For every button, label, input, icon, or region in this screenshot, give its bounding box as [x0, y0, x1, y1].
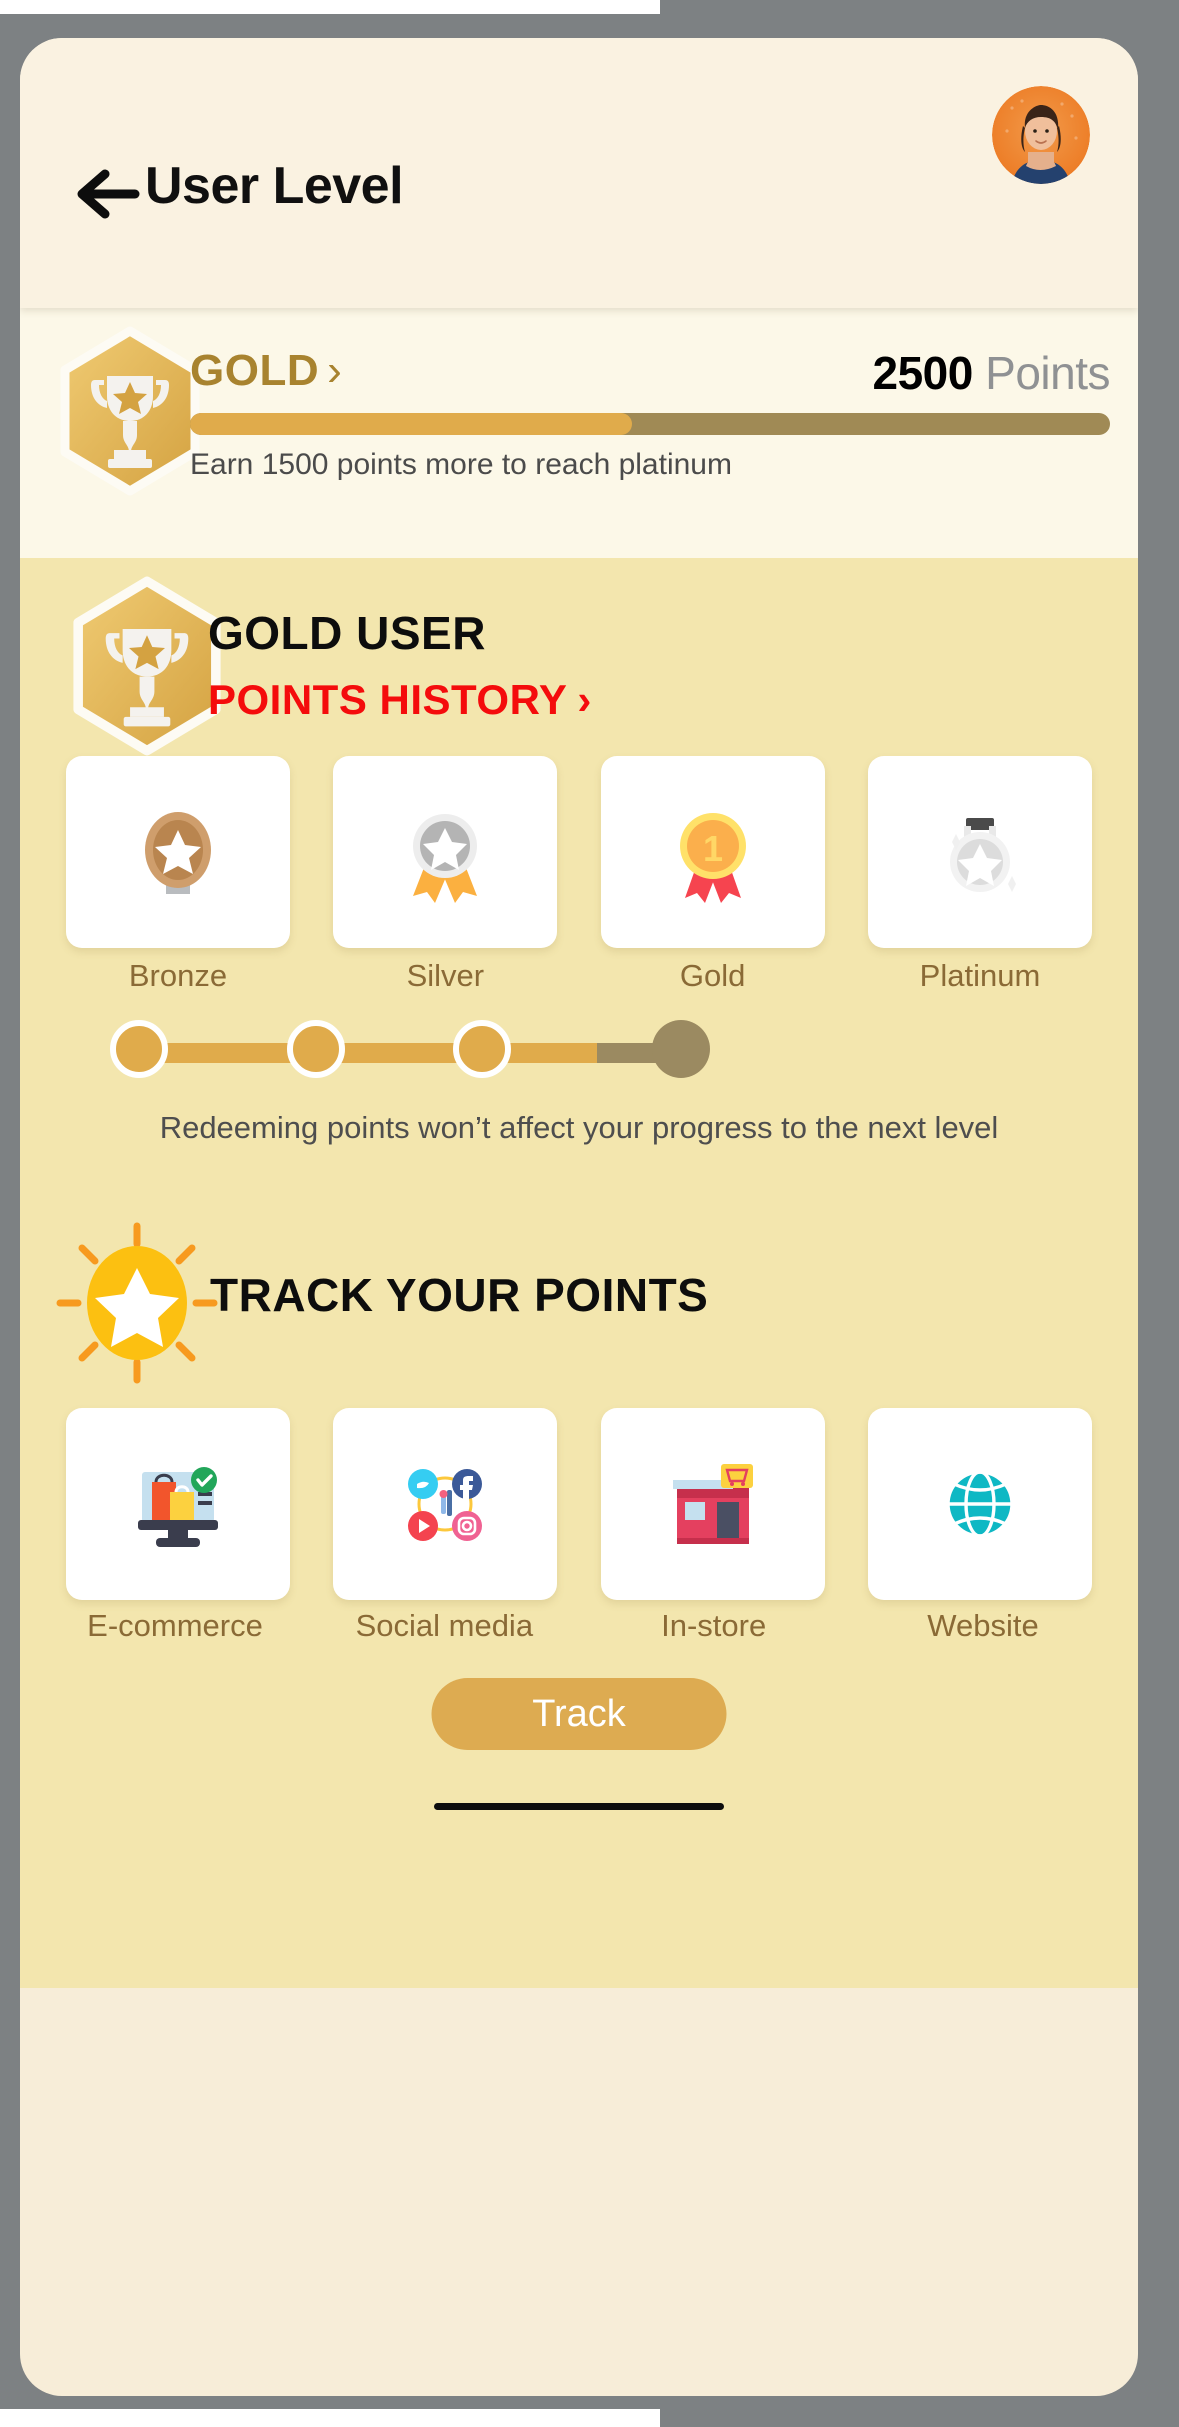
silver-medal-icon [413, 814, 478, 903]
gold-user-badge [62, 576, 232, 756]
channel-label-website: Website [927, 1608, 1039, 1643]
gold-medal-icon: 1 [679, 813, 746, 903]
channel-tile-instore[interactable] [600, 1408, 825, 1600]
tier-tile-bronze[interactable] [66, 756, 290, 948]
tier-label-bronze: Bronze [128, 958, 228, 993]
screen-top-edge [0, 0, 660, 14]
sun-star-icon [56, 1222, 218, 1384]
step-dot-bronze[interactable] [110, 1020, 168, 1078]
phone-screen: User Level GOLD › 2500 Points Earn 1500 … [20, 38, 1138, 2396]
svg-text:1: 1 [703, 828, 723, 869]
trophy-hexagon-icon [60, 326, 200, 496]
tier-summary-card: GOLD › 2500 Points Earn 1500 points more … [20, 308, 1138, 558]
page-title: User Level [145, 157, 404, 215]
tier-tiles: 1 [66, 756, 1092, 948]
channel-tile-social[interactable] [333, 1408, 558, 1600]
points-value: 2500 [872, 347, 974, 399]
channel-tile-website[interactable] [867, 1408, 1092, 1600]
tier-tile-gold[interactable]: 1 [600, 756, 825, 948]
gold-user-title: GOLD USER [208, 607, 486, 659]
arrow-left-icon [77, 169, 140, 219]
chevron-right-icon: › [577, 676, 592, 723]
tier-progress-fill [190, 413, 632, 435]
back-button[interactable] [75, 168, 141, 220]
ecommerce-icon [138, 1467, 218, 1547]
bronze-medal-icon [145, 812, 211, 894]
step-dot-silver[interactable] [287, 1020, 345, 1078]
tier-progress-bar [190, 413, 1110, 435]
track-button[interactable]: Track [431, 1678, 727, 1750]
channel-tiles [66, 1408, 1092, 1600]
points-display: 2500 Points [872, 346, 1111, 400]
step-dot-gold[interactable] [453, 1020, 511, 1078]
level-panel: GOLD USER POINTS HISTORY › 1 Bronze Silv… [20, 558, 1138, 1988]
tier-tile-labels: Bronze Silver Gold Platinum [66, 958, 1092, 994]
platinum-medal-icon [949, 818, 1016, 892]
channel-label-ecommerce: E-commerce [87, 1608, 263, 1643]
sun-star-badge [52, 1218, 222, 1388]
avatar[interactable] [992, 86, 1090, 184]
globe-icon [946, 1470, 1014, 1538]
progress-hint: Earn 1500 points more to reach platinum [190, 448, 732, 481]
tier-label-gold: Gold [679, 958, 746, 993]
tier-tile-silver[interactable] [333, 756, 558, 948]
store-icon [672, 1464, 753, 1544]
track-points-title: TRACK YOUR POINTS [210, 1269, 709, 1321]
tier-name-label: GOLD [190, 346, 320, 395]
app-header: User Level [20, 38, 1138, 308]
redeem-note: Redeeming points won’t affect your progr… [159, 1110, 999, 1145]
channel-labels: E-commerce Social media In-store Website [50, 1608, 1108, 1644]
tier-name-link[interactable]: GOLD › [190, 346, 342, 396]
tier-label-platinum: Platinum [919, 958, 1041, 993]
channel-label-instore: In-store [661, 1608, 767, 1643]
screen-bottom-edge [0, 2409, 660, 2427]
tier-step-indicator [110, 1020, 710, 1086]
chevron-right-icon: › [327, 346, 343, 395]
tier-tile-platinum[interactable] [867, 756, 1092, 948]
home-indicator [434, 1803, 724, 1810]
step-dot-platinum[interactable] [652, 1020, 710, 1078]
trophy-hexagon-icon [73, 576, 221, 756]
tier-label-silver: Silver [406, 958, 485, 993]
channel-label-social: Social media [355, 1608, 534, 1643]
gold-trophy-badge [50, 326, 210, 496]
social-media-icon [408, 1469, 483, 1541]
points-history-label: POINTS HISTORY [208, 676, 568, 723]
points-label: Points [985, 347, 1110, 399]
points-history-link[interactable]: POINTS HISTORY › [208, 676, 592, 724]
avatar-illustration [992, 86, 1090, 184]
channel-tile-ecommerce[interactable] [66, 1408, 290, 1600]
